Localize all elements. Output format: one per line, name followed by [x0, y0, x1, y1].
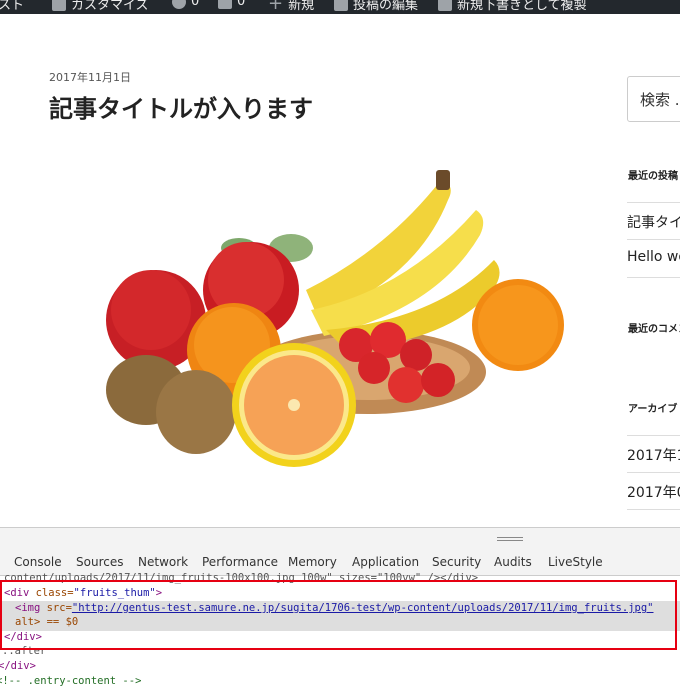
divider — [627, 277, 680, 278]
tab-performance[interactable]: Performance — [202, 555, 278, 569]
recent-comments-title: 最近のコメント — [628, 324, 680, 335]
search-input[interactable]: 検索 ... — [627, 76, 680, 122]
archive-link[interactable]: 2017年06月 — [627, 482, 680, 502]
divider — [627, 509, 680, 510]
recent-post-link[interactable]: 記事タイトルが入ります — [627, 212, 680, 232]
resize-handle-icon — [497, 537, 523, 538]
divider — [627, 202, 680, 203]
divider — [627, 472, 680, 473]
brush-icon — [52, 0, 66, 11]
divider — [627, 435, 680, 436]
resize-handle-icon — [497, 540, 523, 541]
tab-sources[interactable]: Sources — [76, 555, 123, 569]
tab-console[interactable]: Console — [14, 555, 62, 569]
archive-link[interactable]: 2017年11月 — [627, 445, 680, 465]
code-line-comment: <!-- .entry-content --> — [0, 675, 142, 687]
tab-memory[interactable]: Memory — [288, 555, 337, 569]
comment-icon — [218, 0, 232, 9]
tab-security[interactable]: Security — [432, 555, 481, 569]
selection-highlight-box — [0, 580, 677, 650]
archives-title: アーカイブ — [628, 404, 678, 415]
plus-icon: + — [268, 0, 284, 14]
recent-posts-title: 最近の投稿 — [628, 171, 678, 182]
post-date: 2017年11月1日 — [49, 71, 131, 84]
tab-application[interactable]: Application — [352, 555, 419, 569]
page-title: 記事タイトルが入ります — [49, 95, 313, 123]
admin-bar-edit-post[interactable]: 投稿の編集 — [334, 0, 418, 13]
tab-network[interactable]: Network — [138, 555, 188, 569]
edit-icon — [334, 0, 348, 11]
tab-audits[interactable]: Audits — [494, 555, 532, 569]
devtools-resize-bar[interactable] — [0, 527, 680, 549]
admin-bar-duplicate[interactable]: 新規下書きとして複製 — [438, 0, 587, 13]
admin-bar-new[interactable]: + 新規 — [268, 0, 314, 13]
admin-bar-updates[interactable]: 0 — [172, 0, 199, 9]
post-featured-image — [106, 170, 564, 467]
admin-bar-comments[interactable]: 0 — [218, 0, 245, 9]
admin-bar: スト カスタマイズ 0 0 + 新規 投稿の編集 新規下書きとして複製 — [0, 0, 680, 14]
updates-icon — [172, 0, 186, 9]
tab-livestyle[interactable]: LiveStyle — [548, 555, 603, 569]
code-line-div-close[interactable]: </div> — [0, 660, 36, 672]
admin-bar-site-name[interactable]: スト — [0, 0, 24, 13]
admin-bar-customize[interactable]: カスタマイズ — [52, 0, 149, 13]
divider — [627, 239, 680, 240]
recent-post-link[interactable]: Hello world! — [627, 249, 680, 265]
duplicate-icon — [438, 0, 452, 11]
